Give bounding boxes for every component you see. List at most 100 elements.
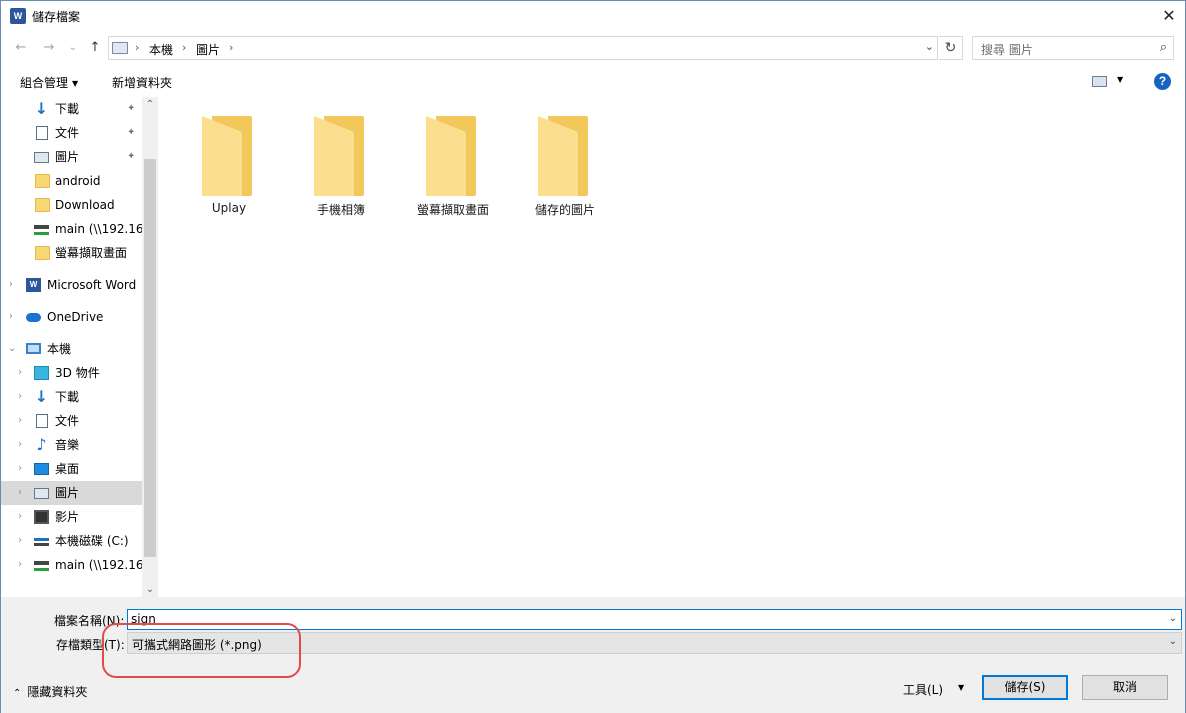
view-options-dropdown[interactable]: ▼ <box>1117 75 1123 84</box>
sidebar-item-videos[interactable]: › 影片 <box>1 505 142 529</box>
refresh-button[interactable]: ↻ <box>939 36 963 60</box>
cancel-button[interactable]: 取消 <box>1082 675 1168 700</box>
address-bar[interactable]: › 本機 › 圖片 › ⌄ <box>108 36 938 60</box>
sidebar-item-label: 下載 <box>55 390 80 404</box>
pin-icon: ✦ <box>127 151 136 162</box>
breadcrumb-this-pc[interactable]: 本機 <box>149 41 173 58</box>
sidebar-item-screenshots[interactable]: 螢幕擷取畫面 <box>1 241 142 265</box>
back-button[interactable]: ← <box>11 38 31 58</box>
sidebar-item-local-disk[interactable]: › 本機磁碟 (C:) <box>1 529 142 553</box>
folder-icon <box>426 116 480 196</box>
sidebar-item-network-main-pc[interactable]: › main (\\192.168 <box>1 553 142 577</box>
close-button[interactable]: ✕ <box>1153 1 1185 31</box>
organize-label: 組合管理 <box>20 76 69 90</box>
save-options-panel: 檔案名稱(N): sign ⌄ 存檔類型(T): 可攜式網路圖形 (*.png)… <box>1 597 1185 713</box>
sidebar-item-downloads[interactable]: › ↓ 下載 <box>1 385 142 409</box>
sidebar-item-network-main[interactable]: main (\\192.168 <box>1 217 142 241</box>
music-icon: ♪ <box>36 435 47 454</box>
recent-locations-button[interactable]: ⌄ <box>63 38 83 58</box>
chevron-down-icon: ▼ <box>72 79 79 88</box>
sidebar-item-onedrive[interactable]: › OneDrive <box>1 305 142 329</box>
new-folder-button[interactable]: 新增資料夾 <box>112 74 172 91</box>
folder-tile-phone-album[interactable]: 手機相簿 <box>286 114 396 224</box>
local-disk-icon <box>34 538 49 546</box>
sidebar-item-label: android <box>55 174 101 188</box>
sidebar-item-3d-objects[interactable]: › 3D 物件 <box>1 361 142 385</box>
sidebar-item-quick-downloads[interactable]: ↓ 下載 ✦ <box>1 97 142 121</box>
chevron-down-icon[interactable]: ⌄ <box>8 337 16 361</box>
word-icon: W <box>26 278 41 292</box>
sidebar-item-label: 文件 <box>55 126 80 140</box>
sidebar-item-label: 本機 <box>47 342 72 356</box>
sidebar-item-quick-documents[interactable]: 文件 ✦ <box>1 121 142 145</box>
folder-name: 螢幕擷取畫面 <box>416 203 489 217</box>
pictures-location-icon <box>112 42 128 54</box>
chevron-down-icon[interactable]: ⌄ <box>1169 636 1177 647</box>
folder-icon <box>35 174 50 188</box>
chevron-right-icon[interactable]: › <box>18 409 22 433</box>
sidebar-item-pictures[interactable]: › 圖片 <box>1 481 142 505</box>
breadcrumb-separator[interactable]: › <box>135 41 139 54</box>
hide-folders-button[interactable]: ⌃ 隱藏資料夾 <box>13 683 87 700</box>
chevron-right-icon[interactable]: › <box>18 385 22 409</box>
folder-tile-saved-pictures[interactable]: 儲存的圖片 <box>510 114 620 224</box>
pin-icon: ✦ <box>127 103 136 114</box>
sidebar-item-label: 文件 <box>55 414 80 428</box>
navigation-pane: ↓ 下載 ✦ 文件 ✦ 圖片 ✦ android Download main (… <box>1 97 158 597</box>
title-bar: W 儲存檔案 ✕ <box>1 1 1185 31</box>
sidebar-item-quick-pictures[interactable]: 圖片 ✦ <box>1 145 142 169</box>
chevron-right-icon[interactable]: › <box>18 529 22 553</box>
sidebar-item-music[interactable]: › ♪ 音樂 <box>1 433 142 457</box>
forward-button[interactable]: → <box>39 38 59 58</box>
search-input[interactable]: 搜尋 圖片 ⌕ <box>972 36 1174 60</box>
save-file-dialog: W 儲存檔案 ✕ ← → ⌄ ↑ › 本機 › 圖片 › ⌄ ↻ 搜尋 圖片 ⌕… <box>0 0 1186 713</box>
breadcrumb-separator[interactable]: › <box>182 41 186 54</box>
tools-button[interactable]: 工具(L) <box>903 681 943 698</box>
sidebar-item-label: main (\\192.168 <box>55 558 142 572</box>
document-icon <box>36 126 48 140</box>
chevron-down-icon[interactable]: ⌄ <box>1169 613 1177 624</box>
folder-tile-screenshots[interactable]: 螢幕擷取畫面 <box>398 114 508 224</box>
this-pc-icon <box>26 343 41 354</box>
file-list-pane[interactable]: Uplay 手機相簿 螢幕擷取畫面 儲存的圖片 <box>159 97 1185 597</box>
navigation-scrollbar[interactable]: ⌃ ⌄ <box>142 97 158 597</box>
sidebar-item-desktop[interactable]: › 桌面 <box>1 457 142 481</box>
tools-dropdown-icon[interactable]: ▼ <box>958 683 964 692</box>
help-icon[interactable]: ? <box>1154 73 1171 90</box>
chevron-right-icon[interactable]: › <box>9 305 13 329</box>
organize-button[interactable]: 組合管理 ▼ <box>20 74 78 91</box>
sidebar-item-label: 圖片 <box>55 486 80 500</box>
chevron-right-icon[interactable]: › <box>18 481 22 505</box>
scroll-up-icon[interactable]: ⌃ <box>142 99 158 110</box>
chevron-right-icon[interactable]: › <box>18 553 22 577</box>
chevron-right-icon[interactable]: › <box>18 433 22 457</box>
folder-tile-uplay[interactable]: Uplay <box>174 114 284 224</box>
download-icon: ↓ <box>34 387 49 406</box>
chevron-right-icon[interactable]: › <box>9 273 13 297</box>
navigation-bar: ← → ⌄ ↑ › 本機 › 圖片 › ⌄ ↻ 搜尋 圖片 ⌕ <box>1 34 1185 62</box>
sidebar-item-label: 螢幕擷取畫面 <box>55 246 128 260</box>
word-app-icon: W <box>10 8 26 24</box>
hide-folders-label: 隱藏資料夾 <box>27 685 88 699</box>
save-button[interactable]: 儲存(S) <box>982 675 1068 700</box>
breadcrumb-separator[interactable]: › <box>229 41 233 54</box>
scroll-down-icon[interactable]: ⌄ <box>142 584 158 595</box>
sidebar-item-android[interactable]: android <box>1 169 142 193</box>
chevron-right-icon[interactable]: › <box>18 505 22 529</box>
sidebar-item-this-pc[interactable]: ⌄ 本機 <box>1 337 142 361</box>
scrollbar-thumb[interactable] <box>144 159 156 557</box>
sidebar-item-label: main (\\192.168 <box>55 222 142 236</box>
chevron-right-icon[interactable]: › <box>18 457 22 481</box>
desktop-icon <box>34 463 49 475</box>
sidebar-item-download-folder[interactable]: Download <box>1 193 142 217</box>
sidebar-item-label: 下載 <box>55 102 80 116</box>
breadcrumb-pictures[interactable]: 圖片 <box>196 41 220 58</box>
up-button[interactable]: ↑ <box>85 38 105 58</box>
sidebar-item-microsoft-word[interactable]: › W Microsoft Word <box>1 273 142 297</box>
chevron-right-icon[interactable]: › <box>18 361 22 385</box>
folder-icon <box>538 116 592 196</box>
sidebar-item-documents[interactable]: › 文件 <box>1 409 142 433</box>
sidebar-item-label: 音樂 <box>55 438 80 452</box>
address-dropdown-icon[interactable]: ⌄ <box>925 40 934 53</box>
change-view-icon[interactable] <box>1092 76 1107 87</box>
